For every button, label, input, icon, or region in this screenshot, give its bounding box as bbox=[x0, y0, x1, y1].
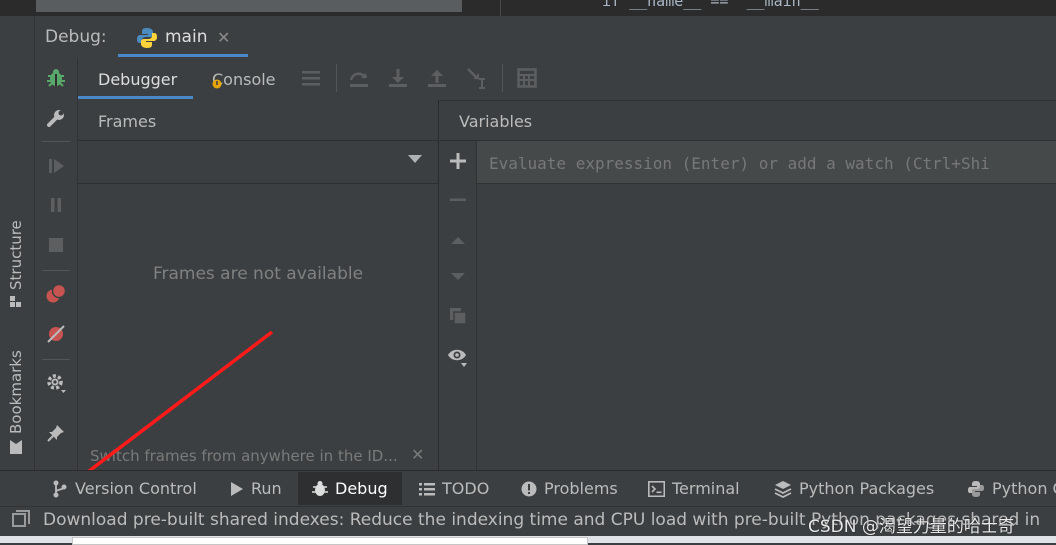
terminal-icon bbox=[648, 480, 665, 497]
toolbar-separator bbox=[336, 64, 337, 92]
tab-console[interactable]: Console bbox=[212, 70, 276, 89]
remove-watch-icon[interactable] bbox=[446, 188, 470, 212]
bottom-tab-debug[interactable]: Debug bbox=[298, 472, 402, 505]
bottom-tab-label: Run bbox=[251, 479, 282, 498]
bottom-tab-run[interactable]: Run bbox=[230, 472, 282, 505]
duplicate-watch-icon[interactable] bbox=[446, 304, 470, 328]
view-breakpoints-icon[interactable] bbox=[44, 282, 68, 306]
play-icon bbox=[231, 481, 243, 496]
add-watch-icon[interactable] bbox=[446, 149, 470, 173]
editor-code-line[interactable]: if __name__ == '__main__' bbox=[602, 0, 828, 10]
run-config-label: main bbox=[165, 27, 208, 47]
debug-label: Debug: bbox=[45, 27, 107, 47]
editor-scrollbar[interactable] bbox=[36, 0, 462, 12]
bottom-tab-label: Python Packages bbox=[799, 479, 935, 498]
editor-divider bbox=[500, 0, 501, 16]
frames-title: Frames bbox=[98, 112, 157, 131]
evaluate-grid-icon[interactable] bbox=[515, 66, 539, 90]
resume-icon[interactable] bbox=[44, 154, 68, 178]
bug-icon[interactable] bbox=[44, 66, 68, 90]
tab-debugger[interactable]: Debugger bbox=[98, 70, 177, 89]
bottom-tab-todo[interactable]: TODO bbox=[419, 472, 489, 505]
list-icon bbox=[419, 482, 435, 495]
bottom-tab-label: Version Control bbox=[75, 479, 197, 498]
watermark: CSDN @渴望力量的哈士奇 bbox=[808, 517, 1015, 537]
thread-select[interactable] bbox=[78, 141, 438, 184]
structure-side-tab[interactable]: Structure bbox=[7, 220, 25, 308]
step-out-icon[interactable] bbox=[425, 66, 449, 90]
run-to-cursor-icon[interactable] bbox=[465, 66, 489, 90]
python-icon bbox=[968, 480, 984, 497]
taskbar-field bbox=[72, 537, 588, 545]
bug-icon bbox=[312, 480, 328, 496]
step-over-icon[interactable] bbox=[347, 66, 371, 90]
bottom-tab-label: TODO bbox=[442, 479, 490, 498]
warning-badge-icon bbox=[212, 79, 222, 89]
move-up-icon[interactable] bbox=[446, 228, 470, 252]
warning-icon bbox=[521, 481, 537, 496]
bottom-tab-label: Python C bbox=[992, 479, 1056, 498]
bottom-tab-label: Debug bbox=[335, 479, 388, 498]
structure-icon bbox=[10, 296, 21, 307]
pause-icon[interactable] bbox=[44, 193, 68, 217]
close-icon[interactable]: ✕ bbox=[411, 445, 424, 464]
chevron-down-icon[interactable] bbox=[408, 155, 422, 163]
layout-icon[interactable] bbox=[299, 66, 323, 90]
structure-label: Structure bbox=[7, 220, 25, 290]
variables-title: Variables bbox=[459, 112, 533, 131]
stop-icon[interactable] bbox=[44, 233, 68, 257]
tab-underline bbox=[118, 54, 248, 57]
tab-underline bbox=[78, 96, 193, 99]
bottom-tab-python-packages[interactable]: Python Packages bbox=[774, 472, 934, 505]
wrench-icon[interactable] bbox=[44, 106, 68, 130]
bottom-tab-terminal[interactable]: Terminal bbox=[648, 472, 740, 505]
close-icon[interactable]: ✕ bbox=[217, 28, 230, 47]
step-into-icon[interactable] bbox=[386, 66, 410, 90]
bottom-tab-version-control[interactable]: Version Control bbox=[52, 472, 197, 505]
layers-icon bbox=[774, 480, 792, 498]
bottom-tab-label: Problems bbox=[544, 479, 618, 498]
move-down-icon[interactable] bbox=[446, 265, 470, 289]
tool-windows-toggle-icon[interactable] bbox=[12, 510, 30, 527]
frames-empty-message: Frames are not available bbox=[152, 264, 364, 284]
toolbar-separator bbox=[502, 64, 503, 92]
branch-icon bbox=[53, 480, 67, 497]
python-icon bbox=[137, 28, 157, 48]
bottom-tab-label: Terminal bbox=[672, 479, 740, 498]
bottom-tab-python-console[interactable]: Python C bbox=[967, 472, 1056, 505]
eye-icon[interactable] bbox=[446, 345, 470, 369]
bottom-tab-problems[interactable]: Problems bbox=[521, 472, 618, 505]
evaluate-expression-input[interactable] bbox=[489, 152, 1056, 174]
toolbar-separator bbox=[42, 141, 70, 142]
variables-list bbox=[477, 184, 1056, 470]
toolbar-separator bbox=[42, 270, 70, 271]
